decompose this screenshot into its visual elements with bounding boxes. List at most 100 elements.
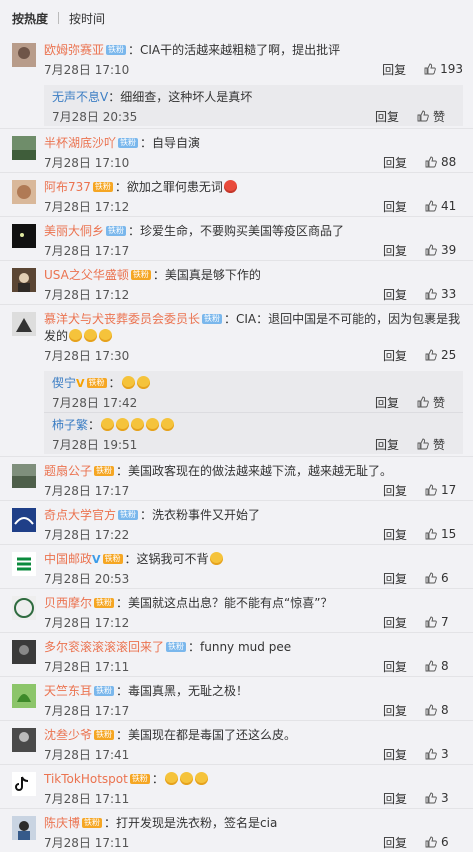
- comment-text: ：美国真是够下作的: [152, 268, 261, 282]
- comment-text: ：自导自演: [140, 136, 201, 150]
- reply-author[interactable]: 偰宁: [52, 376, 76, 390]
- reply-button[interactable]: 回复: [383, 702, 425, 719]
- comment-author[interactable]: 奇点大学官方: [44, 508, 116, 522]
- reply-button[interactable]: 回复: [383, 286, 425, 303]
- avatar[interactable]: [12, 596, 36, 620]
- fan-badge: 铁粉: [92, 181, 113, 192]
- comment-author[interactable]: 贝西摩尔: [44, 596, 92, 610]
- reply-button[interactable]: 回复: [383, 790, 425, 807]
- comment-author[interactable]: 阿布737: [44, 180, 91, 194]
- comment-author[interactable]: 中国邮政: [44, 552, 92, 566]
- comment-author[interactable]: 欧姆弥赛亚: [44, 43, 104, 57]
- avatar[interactable]: [12, 136, 36, 160]
- thumb-up-icon: [425, 704, 437, 716]
- like-count: 15: [441, 527, 457, 541]
- avatar[interactable]: [12, 43, 36, 67]
- comment-author[interactable]: 题扇公子: [44, 464, 92, 478]
- like-button[interactable]: 33: [425, 287, 463, 301]
- like-button[interactable]: 6: [425, 571, 463, 585]
- comment-author[interactable]: 陈庆博: [44, 816, 80, 830]
- thumb-up-icon: [425, 288, 437, 300]
- emoji-icon: [84, 329, 98, 342]
- thumb-up-icon: [417, 110, 429, 122]
- reply-button[interactable]: 回复: [383, 570, 425, 587]
- like-button[interactable]: 25: [425, 348, 463, 362]
- avatar[interactable]: [12, 180, 36, 204]
- fan-badge: 铁粉: [94, 729, 115, 740]
- reply-button[interactable]: 回复: [383, 526, 425, 543]
- comment-item: 半杯湖底沙吖 铁粉 ：自导自演 7月28日 17:10 回复 88: [0, 128, 473, 172]
- comment-author[interactable]: 美丽大侗乡: [44, 224, 104, 238]
- tomato-emoji-icon: [223, 180, 237, 193]
- comment-item: 陈庆博 铁粉 ：打开发现是洗衣粉，签名是cia 7月28日 17:11 回复 6: [0, 808, 473, 852]
- avatar[interactable]: [12, 508, 36, 532]
- reply-button[interactable]: 回复: [383, 482, 425, 499]
- like-button[interactable]: 3: [425, 747, 463, 761]
- like-button[interactable]: 8: [425, 703, 463, 717]
- reply-button[interactable]: 回复: [375, 436, 417, 453]
- reply-button[interactable]: 回复: [383, 347, 425, 364]
- like-button[interactable]: 6: [425, 835, 463, 849]
- like-button[interactable]: 8: [425, 659, 463, 673]
- avatar[interactable]: [12, 728, 36, 752]
- like-button[interactable]: 7: [425, 615, 463, 629]
- avatar[interactable]: [12, 684, 36, 708]
- comment-item: USA之父华盛顿 铁粉 ：美国真是够下作的 7月28日 17:12 回复 33: [0, 260, 473, 304]
- like-button[interactable]: 3: [425, 791, 463, 805]
- comment-item: 慕洋犬与犬丧葬委员会委员长 铁粉 ：CIA：退回中国是不可能的，因为包裹是我发的 7…: [0, 304, 473, 456]
- comment-time: 7月28日 17:11: [44, 791, 130, 806]
- emoji-icon: [179, 772, 193, 785]
- reply-button[interactable]: 回复: [383, 198, 425, 215]
- reply-button[interactable]: 回复: [383, 614, 425, 631]
- comment-time: 7月28日 17:17: [44, 243, 130, 258]
- like-button[interactable]: 15: [425, 527, 463, 541]
- reply-button[interactable]: 回复: [383, 746, 425, 763]
- comment-author[interactable]: USA之父华盛顿: [44, 268, 129, 282]
- laugh-emoji-icon: [161, 418, 175, 431]
- comment-text: ：funny mud pee: [188, 640, 292, 654]
- comment-author[interactable]: 慕洋犬与犬丧葬委员会委员长: [44, 312, 200, 326]
- like-button[interactable]: 17: [425, 483, 463, 497]
- reply-item: 柿子繁： 7月28日 19:51 回复 赞: [44, 412, 463, 454]
- avatar[interactable]: [12, 268, 36, 292]
- tab-by-time[interactable]: 按时间: [69, 10, 105, 27]
- like-button[interactable]: 赞: [417, 394, 455, 411]
- avatar[interactable]: [12, 772, 36, 796]
- avatar[interactable]: [12, 552, 36, 576]
- avatar[interactable]: [12, 224, 36, 248]
- comment-author[interactable]: TikTokHotspot: [44, 772, 128, 786]
- reply-text: ：: [108, 376, 121, 390]
- fan-badge: 铁粉: [166, 641, 187, 652]
- thumb-up-icon: [425, 528, 437, 540]
- comment-item: 天竺东耳 铁粉 ：毒国真黑，无耻之极！ 7月28日 17:17 回复 8: [0, 676, 473, 720]
- comment-author[interactable]: 天竺东耳: [44, 684, 92, 698]
- reply-author[interactable]: 无声不息V: [52, 90, 108, 104]
- reply-author[interactable]: 柿子繁: [52, 418, 88, 432]
- avatar[interactable]: [12, 464, 36, 488]
- comment-list: 欧姆弥赛亚 铁粉 ：CIA干的活越来越粗糙了啊，提出批评 7月28日 17:10 回复…: [0, 36, 473, 852]
- like-button[interactable]: 88: [425, 155, 463, 169]
- reply-button[interactable]: 回复: [383, 834, 425, 851]
- reply-button[interactable]: 回复: [382, 61, 424, 78]
- like-button[interactable]: 39: [425, 243, 463, 257]
- like-button[interactable]: 193: [424, 62, 463, 76]
- comment-author[interactable]: 沈叁少爷: [44, 728, 92, 742]
- comment-author[interactable]: 多尔衮滚滚滚滚回来了: [44, 640, 164, 654]
- like-button[interactable]: 赞: [417, 108, 455, 125]
- avatar[interactable]: [12, 640, 36, 664]
- comment-time: 7月28日 17:22: [44, 527, 130, 542]
- like-button[interactable]: 41: [425, 199, 463, 213]
- reply-button[interactable]: 回复: [375, 108, 417, 125]
- reply-button[interactable]: 回复: [375, 394, 417, 411]
- thumb-up-icon: [424, 63, 436, 75]
- reply-button[interactable]: 回复: [383, 154, 425, 171]
- reply-button[interactable]: 回复: [383, 242, 425, 259]
- avatar[interactable]: [12, 312, 36, 336]
- tab-by-hot[interactable]: 按热度: [12, 10, 48, 27]
- verified-icon: V: [92, 553, 101, 566]
- avatar[interactable]: [12, 816, 36, 840]
- comment-author[interactable]: 半杯湖底沙吖: [44, 136, 116, 150]
- like-button[interactable]: 赞: [417, 436, 455, 453]
- emoji-icon: [69, 329, 83, 342]
- reply-button[interactable]: 回复: [383, 658, 425, 675]
